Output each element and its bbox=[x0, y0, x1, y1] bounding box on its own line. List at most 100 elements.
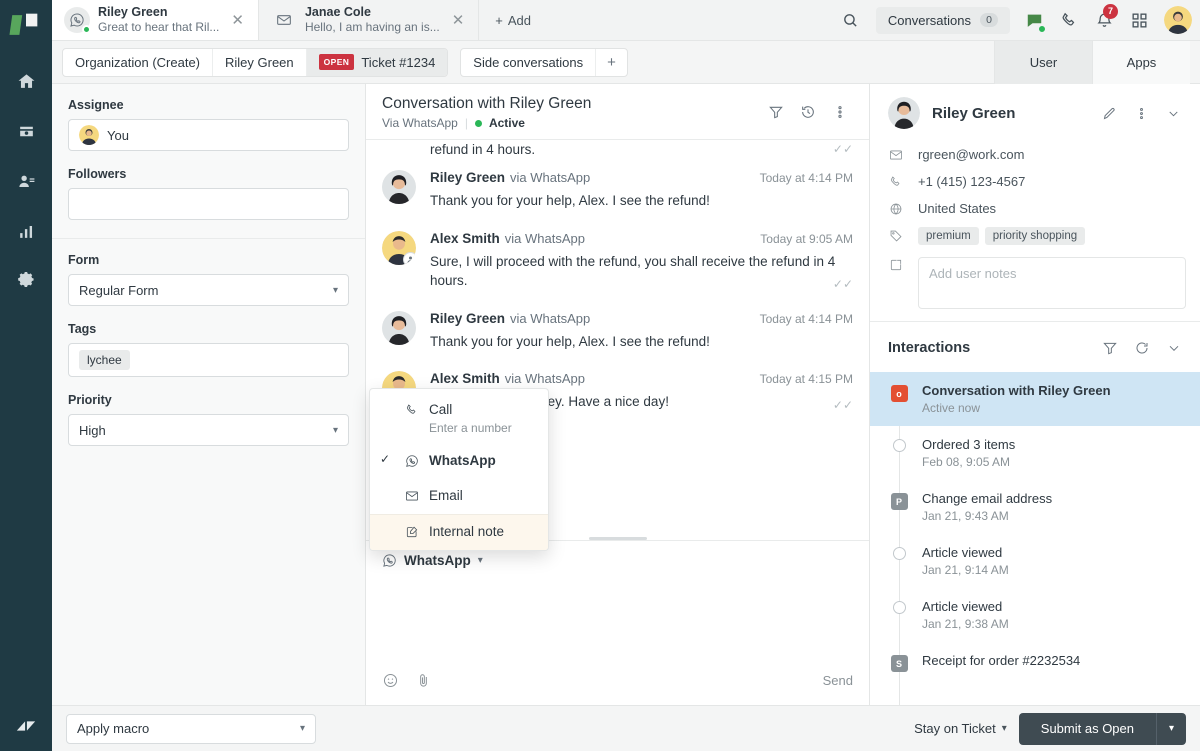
edit-pencil-icon[interactable] bbox=[1096, 100, 1122, 126]
stay-on-ticket-label: Stay on Ticket bbox=[914, 721, 996, 736]
priority-select[interactable]: High ▾ bbox=[68, 414, 349, 446]
attachment-icon[interactable] bbox=[415, 672, 432, 689]
submit-dropdown-icon[interactable]: ▾ bbox=[1156, 712, 1186, 745]
breadcrumb-user[interactable]: Riley Green bbox=[213, 48, 307, 76]
form-select[interactable]: Regular Form ▾ bbox=[68, 274, 349, 306]
priority-value: High bbox=[79, 422, 106, 438]
list-item[interactable]: Article viewed Jan 21, 9:14 AM bbox=[870, 534, 1200, 588]
notifications-bell-icon[interactable]: 7 bbox=[1088, 0, 1121, 41]
side-conversations-button[interactable]: Side conversations bbox=[461, 48, 597, 76]
conversations-button[interactable]: Conversations 0 bbox=[875, 6, 1010, 34]
user-tag[interactable]: priority shopping bbox=[984, 226, 1086, 245]
sidebar-item-views[interactable] bbox=[4, 106, 48, 156]
filter-icon[interactable] bbox=[1098, 336, 1122, 360]
refresh-icon[interactable] bbox=[1130, 336, 1154, 360]
tab-riley-green[interactable]: Riley Green Great to hear that Ril... ✕ bbox=[52, 0, 259, 40]
tab-user[interactable]: User bbox=[994, 41, 1092, 84]
breadcrumb-ticket[interactable]: OPEN Ticket #1234 bbox=[306, 48, 448, 76]
conversation-status: Active bbox=[488, 116, 525, 130]
menu-item-email[interactable]: Email bbox=[370, 479, 548, 514]
interactions-title: Interactions bbox=[888, 340, 971, 356]
search-icon[interactable] bbox=[834, 0, 868, 41]
emoji-icon[interactable] bbox=[382, 672, 399, 689]
note-icon bbox=[403, 524, 420, 539]
followers-field[interactable] bbox=[68, 188, 349, 220]
tag-icon bbox=[888, 228, 904, 243]
list-item[interactable]: Article viewed Jan 21, 9:38 AM bbox=[870, 588, 1200, 642]
timeline-sub: Jan 21, 9:38 AM bbox=[922, 617, 1009, 631]
close-icon[interactable]: ✕ bbox=[227, 13, 248, 28]
talk-phone-icon[interactable] bbox=[1053, 0, 1086, 41]
message-author: Riley Green bbox=[430, 310, 506, 326]
circle-marker-icon bbox=[892, 439, 906, 452]
timeline-title: Article viewed bbox=[922, 599, 1003, 614]
sidebar-item-reporting[interactable] bbox=[4, 206, 48, 256]
apply-macro-select[interactable]: Apply macro ▾ bbox=[66, 713, 316, 744]
chevron-down-icon: ▾ bbox=[332, 424, 338, 436]
timeline-text: Change email address Jan 21, 9:43 AM bbox=[922, 491, 1052, 523]
user-notes-input[interactable]: Add user notes bbox=[918, 257, 1186, 309]
timeline-sub: Feb 08, 9:05 AM bbox=[922, 455, 1011, 469]
list-item[interactable]: Ordered 3 items Feb 08, 9:05 AM bbox=[870, 426, 1200, 480]
form-label: Form bbox=[68, 253, 100, 267]
user-email[interactable]: rgreen@work.com bbox=[918, 147, 1024, 162]
filter-icon[interactable] bbox=[763, 99, 789, 125]
composer-channel-label: WhatsApp bbox=[404, 553, 471, 568]
list-item[interactable]: S Receipt for order #2232534 bbox=[870, 642, 1200, 683]
user-tags-row: premium priority shopping bbox=[888, 222, 1186, 249]
message-meta: Alex Smith via WhatsApp Today at 4:15 PM bbox=[430, 371, 853, 386]
menu-item-internal-note[interactable]: Internal note bbox=[370, 513, 548, 550]
chat-icon[interactable] bbox=[1018, 0, 1051, 41]
submit-button[interactable]: Submit as Open bbox=[1018, 712, 1156, 745]
more-options-icon[interactable] bbox=[827, 99, 853, 125]
breadcrumb-organization[interactable]: Organization (Create) bbox=[63, 48, 213, 76]
send-button[interactable]: Send bbox=[823, 673, 853, 688]
message-item: Riley Green via WhatsApp Today at 4:14 P… bbox=[382, 297, 853, 358]
sidebar-item-customers[interactable] bbox=[4, 156, 48, 206]
page-title: Conversation with Riley Green bbox=[382, 95, 592, 112]
form-value: Regular Form bbox=[79, 282, 159, 298]
sidebar-item-home[interactable] bbox=[4, 56, 48, 106]
channel-dropdown-menu[interactable]: Call Enter a number ✓ WhatsApp Email Int… bbox=[369, 388, 549, 551]
collapse-chevron-icon[interactable] bbox=[1162, 336, 1186, 360]
message-meta: Riley Green via WhatsApp Today at 4:14 P… bbox=[430, 170, 853, 185]
more-options-icon[interactable] bbox=[1128, 100, 1154, 126]
phone-icon bbox=[888, 174, 904, 189]
list-item[interactable]: o Conversation with Riley Green Active n… bbox=[870, 372, 1200, 426]
whatsapp-icon bbox=[403, 453, 420, 468]
history-icon[interactable] bbox=[795, 99, 821, 125]
tab-user-label: User bbox=[1029, 55, 1058, 70]
interactions-timeline[interactable]: o Conversation with Riley Green Active n… bbox=[870, 372, 1200, 705]
menu-item-call[interactable]: Call Enter a number bbox=[370, 393, 548, 444]
collapse-chevron-icon[interactable] bbox=[1160, 100, 1186, 126]
tab-apps[interactable]: Apps bbox=[1092, 41, 1190, 84]
add-side-conversation-icon[interactable]: + bbox=[596, 49, 627, 76]
sidebar-item-settings[interactable] bbox=[4, 256, 48, 306]
apply-macro-label: Apply macro bbox=[77, 721, 150, 736]
user-phone[interactable]: +1 (415) 123-4567 bbox=[918, 174, 1025, 189]
timeline-marker: P bbox=[890, 491, 908, 510]
submit-group: Submit as Open ▾ bbox=[1018, 712, 1186, 745]
apps-grid-icon[interactable] bbox=[1123, 0, 1156, 41]
tags-field[interactable]: lychee bbox=[68, 343, 349, 377]
user-header: Riley Green bbox=[870, 84, 1200, 139]
composer-toolbar: Send bbox=[366, 672, 869, 705]
timeline-text: Article viewed Jan 21, 9:14 AM bbox=[922, 545, 1009, 577]
avatar[interactable] bbox=[1164, 6, 1192, 34]
composer-textarea[interactable] bbox=[366, 568, 869, 672]
priority-label: Priority bbox=[68, 393, 112, 407]
clipped-message: refund in 4 hours. ✓✓ bbox=[382, 140, 853, 156]
list-item[interactable]: P Change email address Jan 21, 9:43 AM bbox=[870, 480, 1200, 534]
menu-item-sublabel: Enter a number bbox=[429, 420, 512, 435]
user-tag[interactable]: premium bbox=[918, 226, 979, 245]
stay-on-ticket-select[interactable]: Stay on Ticket ▾ bbox=[914, 721, 1007, 736]
tab-janae-cole[interactable]: Janae Cole Hello, I am having an is... ✕ bbox=[259, 0, 480, 40]
message-body: Alex Smith via WhatsApp Today at 9:05 AM… bbox=[430, 231, 853, 291]
assignee-field[interactable]: You bbox=[68, 119, 349, 151]
close-icon[interactable]: ✕ bbox=[448, 13, 469, 28]
message-meta: Riley Green via WhatsApp Today at 4:14 P… bbox=[430, 311, 853, 326]
menu-item-whatsapp[interactable]: ✓ WhatsApp bbox=[370, 444, 548, 479]
add-tab-button[interactable]: + Add bbox=[479, 0, 547, 40]
tag-chip[interactable]: lychee bbox=[79, 350, 130, 370]
